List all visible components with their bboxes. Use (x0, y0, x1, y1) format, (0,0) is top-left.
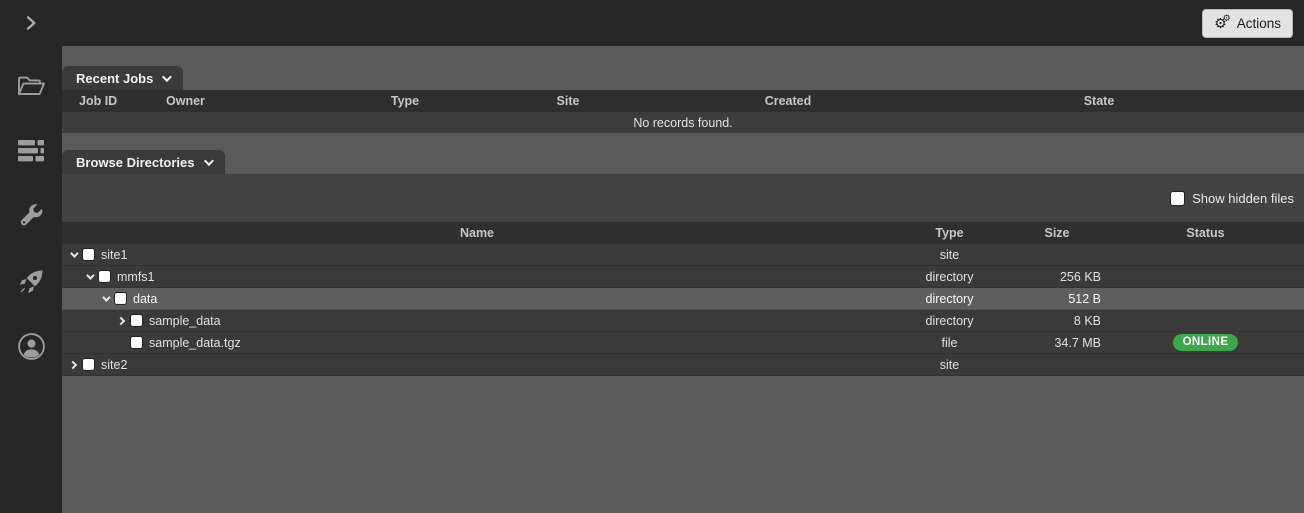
file-type: directory (925, 291, 974, 306)
file-name: sample_data (149, 313, 221, 328)
folder-open-icon (18, 76, 45, 95)
file-type: file (941, 335, 958, 350)
column-header-size: Size (1044, 226, 1070, 240)
recent-jobs-panel: Recent Jobs Job ID Owner Type Site Created St… (62, 66, 1304, 133)
table-row[interactable]: site1 site (62, 244, 1304, 266)
row-checkbox[interactable] (130, 336, 143, 349)
row-checkbox[interactable] (82, 248, 95, 261)
sidebar-toggle-button[interactable] (0, 14, 62, 32)
recent-jobs-tab[interactable]: Recent Jobs (62, 66, 184, 90)
table-row[interactable]: sample_data.tgz file 34.7 MB ONLINE (62, 332, 1304, 354)
file-name: data (133, 291, 158, 306)
job-queue-icon (18, 140, 44, 162)
column-header-type: Type (935, 226, 964, 240)
row-checkbox[interactable] (114, 292, 127, 305)
sidebar-item-account[interactable] (16, 332, 46, 360)
name-cell: sample_data.tgz (62, 336, 892, 350)
chevron-right-icon[interactable] (114, 314, 127, 327)
file-type: site (939, 357, 960, 372)
show-hidden-label: Show hidden files (1192, 190, 1294, 206)
file-name: site2 (101, 357, 128, 372)
cogs-icon: ⚙ ⚙ (1214, 13, 1231, 32)
jobs-table-header: Job ID Owner Type Site Created State (62, 90, 1304, 112)
chevron-down-icon[interactable] (66, 248, 79, 261)
column-header-owner: Owner (166, 94, 205, 108)
sidebar-item-tools[interactable] (16, 202, 46, 230)
browse-directories-panel: Browse Directories Show hidden files Nam… (62, 150, 1304, 376)
row-checkbox[interactable] (130, 314, 143, 327)
file-size: 34.7 MB (1054, 335, 1101, 350)
name-cell: site1 (62, 248, 892, 262)
user-circle-icon (17, 332, 45, 360)
sidebar-item-jobs[interactable] (16, 137, 46, 165)
name-cell: site2 (62, 358, 892, 372)
table-row[interactable]: site2 site (62, 354, 1304, 376)
column-header-status: Status (1186, 226, 1225, 240)
chevron-down-icon (203, 155, 214, 166)
column-header-name: Name (459, 226, 495, 240)
table-row[interactable]: mmfs1 directory 256 KB (62, 266, 1304, 288)
show-hidden-checkbox[interactable] (1170, 190, 1186, 206)
file-type: directory (925, 313, 974, 328)
jobs-empty-row: No records found. (62, 112, 1304, 133)
name-cell: mmfs1 (62, 270, 892, 284)
file-size: 256 KB (1059, 269, 1101, 284)
name-cell: data (62, 292, 892, 306)
tree-table-header: Name Type Size Status (62, 222, 1304, 244)
sidebar-item-directories[interactable] (16, 72, 46, 100)
file-status: ONLINE (1107, 334, 1304, 351)
file-type: directory (925, 269, 974, 284)
file-name: sample_data.tgz (149, 335, 241, 350)
sidebar-item-launch[interactable] (16, 267, 46, 295)
recent-jobs-tab-label: Recent Jobs (76, 70, 154, 86)
sidebar (0, 46, 62, 513)
actions-button-label: Actions (1236, 16, 1281, 31)
no-records-message: No records found. (633, 115, 733, 130)
column-header-state: State (1083, 94, 1115, 108)
show-hidden-files-toggle[interactable]: Show hidden files (1170, 190, 1294, 206)
browse-controls: Show hidden files (62, 174, 1304, 222)
browse-directories-tab-label: Browse Directories (76, 154, 195, 170)
chevron-right-icon (26, 16, 36, 30)
tree-table-body: site1 site mmfs1 directory 256 KB data d… (62, 244, 1304, 376)
row-checkbox[interactable] (98, 270, 111, 283)
file-size: 512 B (1068, 291, 1101, 306)
name-cell: sample_data (62, 314, 892, 328)
wrench-icon (20, 203, 42, 225)
browse-directories-tab[interactable]: Browse Directories (62, 150, 225, 174)
file-name: mmfs1 (117, 269, 155, 284)
column-header-type: Type (390, 94, 420, 108)
table-row[interactable]: data directory 512 B (62, 288, 1304, 310)
top-bar: ⚙ ⚙ Actions (0, 0, 1304, 46)
table-row[interactable]: sample_data directory 8 KB (62, 310, 1304, 332)
file-name: site1 (101, 247, 128, 262)
chevron-right-icon[interactable] (66, 358, 79, 371)
rocket-icon (19, 270, 42, 293)
chevron-down-icon[interactable] (98, 292, 111, 305)
actions-button[interactable]: ⚙ ⚙ Actions (1202, 9, 1293, 38)
chevron-down-icon (162, 71, 173, 82)
row-checkbox[interactable] (82, 358, 95, 371)
status-badge-online: ONLINE (1172, 334, 1239, 351)
column-header-site: Site (556, 94, 580, 108)
file-type: site (939, 247, 960, 262)
column-header-job-id: Job ID (79, 94, 118, 108)
column-header-created: Created (764, 94, 812, 108)
main-content: Recent Jobs Job ID Owner Type Site Created St… (62, 46, 1304, 513)
file-size: 8 KB (1073, 313, 1101, 328)
chevron-down-icon[interactable] (82, 270, 95, 283)
